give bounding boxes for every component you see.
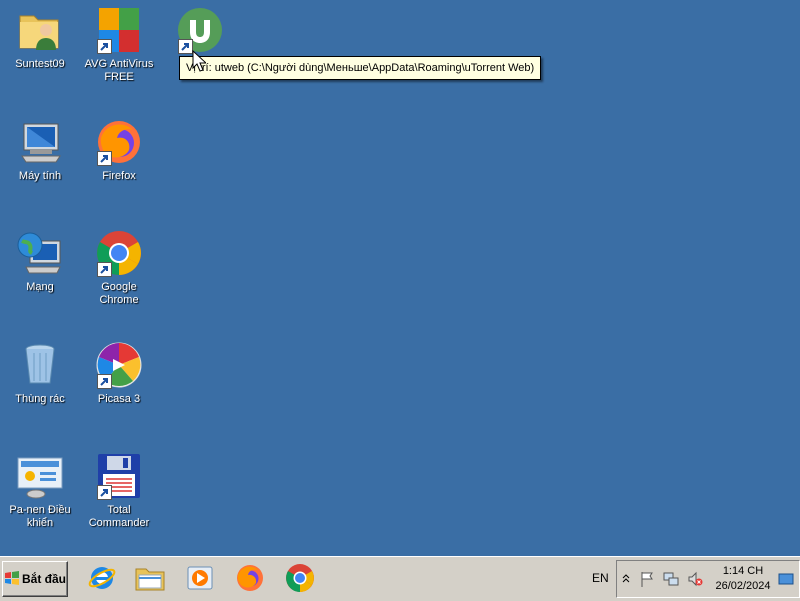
- mouse-cursor-icon: [192, 50, 206, 72]
- total-commander-icon: [95, 452, 143, 500]
- shortcut-arrow-icon: [178, 39, 193, 54]
- icon-label: Suntest09: [15, 58, 65, 70]
- shortcut-arrow-icon: [97, 39, 112, 54]
- desktop-icon-control-panel[interactable]: Pa-nen Điều khiển: [0, 446, 80, 530]
- network-icon: [16, 229, 64, 277]
- volume-muted-icon[interactable]: [687, 571, 703, 590]
- quick-launch-chrome[interactable]: [282, 561, 318, 595]
- clock-time: 1:14 CH: [722, 565, 764, 577]
- desktop-icon-network[interactable]: Mạng: [0, 223, 80, 294]
- picasa-icon: [95, 341, 143, 389]
- desktop-icon-computer[interactable]: Máy tính: [0, 112, 80, 183]
- windows-flag-icon: [4, 570, 20, 588]
- show-hidden-icons-chevron-icon[interactable]: [622, 572, 630, 587]
- desktop-icon-firefox[interactable]: Firefox: [79, 112, 159, 183]
- network-status-icon[interactable]: [663, 571, 679, 590]
- icon-label: AVG AntiVirus FREE: [84, 58, 154, 83]
- clock-date: 26/02/2024: [715, 580, 771, 592]
- icon-label: Máy tính: [18, 170, 62, 182]
- clock[interactable]: 1:14 CH 26/02/2024: [711, 564, 775, 594]
- explorer-icon: [135, 568, 165, 591]
- chrome-icon: [286, 564, 314, 592]
- icon-label: Firefox: [102, 170, 136, 182]
- action-center-flag-icon[interactable]: [639, 571, 655, 590]
- quick-launch-internet-explorer[interactable]: [84, 561, 120, 595]
- desktop: Suntest09 Máy tính Mạng Thùng rác Pa-nen…: [0, 0, 800, 556]
- start-label: Bắt đầu: [21, 572, 66, 586]
- taskbar: Bắt đầu EN 1:14 CH 26/02/2024: [0, 556, 800, 601]
- desktop-icon-picasa[interactable]: Picasa 3: [79, 335, 159, 406]
- chrome-icon: [95, 229, 143, 277]
- desktop-icon-total-commander[interactable]: Total Commander: [79, 446, 159, 530]
- avg-antivirus-icon: [95, 6, 143, 54]
- start-button[interactable]: Bắt đầu: [2, 561, 68, 597]
- utorrent-icon: [176, 6, 224, 54]
- shortcut-arrow-icon: [97, 262, 112, 277]
- computer-icon: [16, 118, 64, 166]
- shortcut-arrow-icon: [97, 374, 112, 389]
- icon-label: Total Commander: [88, 504, 150, 529]
- system-tray: 1:14 CH 26/02/2024: [616, 560, 800, 598]
- firefox-icon: [95, 118, 143, 166]
- show-desktop-icon[interactable]: [778, 573, 794, 588]
- quick-launch-firefox[interactable]: [232, 561, 268, 595]
- shortcut-arrow-icon: [97, 485, 112, 500]
- icon-label: Google Chrome: [99, 281, 139, 306]
- icon-label: Thùng rác: [15, 393, 65, 405]
- user-folder-icon: [16, 6, 64, 54]
- location-tooltip: Vị trí: utweb (C:\Người dùng\Меньше\AppD…: [179, 56, 542, 80]
- desktop-icon-suntest09[interactable]: Suntest09: [0, 0, 80, 71]
- quick-launch-explorer[interactable]: [132, 561, 168, 595]
- recycle-bin-icon: [16, 341, 64, 389]
- firefox-icon: [237, 565, 263, 591]
- icon-label: Pa-nen Điều khiển: [9, 504, 71, 529]
- internet-explorer-icon: [88, 567, 116, 589]
- desktop-icon-avg[interactable]: AVG AntiVirus FREE: [79, 0, 159, 84]
- icon-label: Picasa 3: [97, 393, 141, 405]
- language-indicator[interactable]: EN: [592, 571, 609, 585]
- quick-launch-media-player[interactable]: [182, 561, 218, 595]
- desktop-icon-chrome[interactable]: Google Chrome: [79, 223, 159, 307]
- shortcut-arrow-icon: [97, 151, 112, 166]
- media-player-icon: [187, 566, 213, 590]
- control-panel-icon: [16, 452, 64, 500]
- desktop-icon-recycle-bin[interactable]: Thùng rác: [0, 335, 80, 406]
- icon-label: Mạng: [26, 281, 54, 293]
